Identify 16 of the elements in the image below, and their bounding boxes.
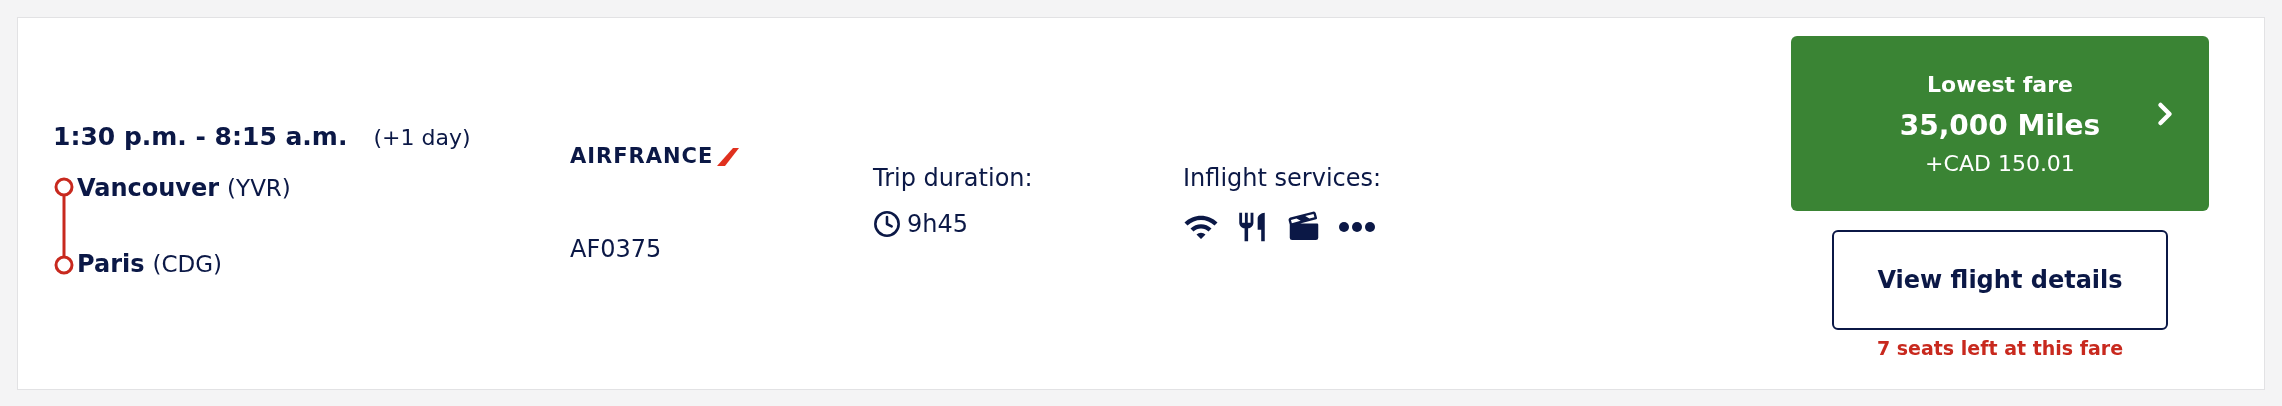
airport-code: (YVR) — [227, 173, 291, 203]
city-name: Vancouver — [77, 172, 220, 204]
clock-icon — [873, 210, 901, 238]
flight-number: AF0375 — [570, 234, 663, 265]
duration-label: Trip duration: — [873, 163, 1034, 194]
day-offset: (+1 day) — [373, 124, 471, 152]
duration-value: 9h45 — [907, 209, 969, 240]
more-icon — [1339, 222, 1375, 232]
lowest-fare-button[interactable]: Lowest fare 35,000 Miles +CAD 150.01 — [1791, 36, 2209, 211]
airline-logo: AIRFRANCE — [570, 146, 740, 167]
view-details-button[interactable]: View flight details — [1832, 230, 2168, 330]
airport-code: (CDG) — [152, 249, 223, 279]
city-name: Paris — [77, 248, 145, 280]
services-label: Inflight services: — [1183, 163, 1383, 194]
seats-left-notice: 7 seats left at this fare — [1876, 336, 2124, 361]
flight-times: 1:30 p.m. - 8:15 a.m. — [53, 121, 348, 153]
